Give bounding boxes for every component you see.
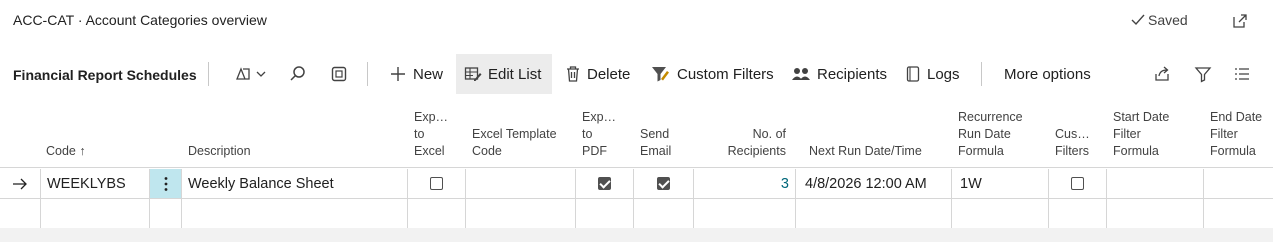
cell-excel-template[interactable] [466, 169, 576, 199]
cell-end-date[interactable] [1204, 169, 1273, 199]
row-marker [0, 199, 40, 229]
empty-cell[interactable] [40, 199, 150, 229]
column-header-end-date[interactable]: End Date Filter Formula [1210, 96, 1273, 168]
column-header-export-pdf[interactable]: Exp… to PDF [582, 96, 626, 168]
checkmark-icon [1131, 14, 1145, 26]
filter-icon[interactable] [1192, 64, 1214, 84]
custom-filters-button[interactable]: Custom Filters [643, 54, 782, 94]
more-options-label: More options [1004, 65, 1091, 83]
cell-start-date[interactable] [1107, 169, 1204, 199]
empty-new-row[interactable] [0, 199, 1273, 229]
log-icon [906, 66, 920, 82]
divider [367, 62, 368, 86]
delete-label: Delete [587, 65, 631, 83]
delete-button[interactable]: Delete [557, 54, 638, 94]
no-recipients-link[interactable]: 3 [781, 176, 789, 192]
empty-cell[interactable] [466, 199, 576, 229]
cell-description[interactable]: Weekly Balance Sheet [182, 169, 408, 199]
saved-label: Saved [1148, 12, 1188, 28]
cell-recurrence[interactable]: 1W [952, 169, 1049, 199]
cell-code[interactable]: WEEKLYBS [40, 169, 150, 199]
people-icon [792, 68, 810, 80]
empty-cell[interactable] [952, 199, 1049, 229]
column-header-next-run[interactable]: Next Run Date/Time [809, 96, 949, 168]
list-view-icon[interactable] [1231, 64, 1253, 84]
column-header-recurrence[interactable]: Recurrence Run Date Formula [958, 96, 1048, 168]
cell-export-pdf[interactable] [576, 169, 634, 199]
grid-footer [0, 228, 1273, 242]
send-email-checkbox[interactable] [657, 177, 670, 190]
trash-icon [567, 66, 579, 82]
empty-cell[interactable] [182, 199, 408, 229]
recipients-label: Recipients [817, 65, 888, 83]
plus-icon [391, 67, 405, 81]
column-header-no-recipients[interactable]: No. of Recipients [694, 96, 786, 168]
empty-cell[interactable] [796, 199, 952, 229]
filter-edit-icon [652, 67, 669, 82]
action-bar: Financial Report Schedules New Edit List… [0, 54, 1273, 94]
insights-icon[interactable] [232, 64, 270, 84]
search-icon[interactable] [287, 64, 309, 84]
column-header-description[interactable]: Description [188, 96, 398, 168]
grid-header: Code ↑ Description Exp… to Excel Excel T… [0, 96, 1273, 168]
cell-export-excel[interactable] [408, 169, 466, 199]
open-in-new-window-icon[interactable] [1231, 12, 1249, 30]
edit-list-label: Edit List [488, 65, 542, 83]
recipients-button[interactable]: Recipients [783, 54, 895, 94]
column-header-excel-template[interactable]: Excel Template Code [472, 96, 580, 168]
empty-cell [150, 199, 182, 229]
divider [208, 62, 209, 86]
column-header-export-excel[interactable]: Exp… to Excel [414, 96, 462, 168]
column-header-send-email[interactable]: Send Email [640, 96, 690, 168]
cell-next-run[interactable]: 4/8/2026 12:00 AM [796, 169, 952, 199]
column-header-code[interactable]: Code ↑ [46, 96, 146, 168]
export-pdf-checkbox[interactable] [598, 177, 611, 190]
saved-status: Saved [1131, 12, 1188, 28]
page-header: ACC-CAT · Account Categories overview Sa… [0, 0, 1273, 42]
empty-cell[interactable] [576, 199, 634, 229]
personalize-icon[interactable] [328, 64, 350, 84]
logs-button[interactable]: Logs [897, 54, 968, 94]
custom-filters-label: Custom Filters [677, 65, 774, 83]
new-button[interactable]: New [381, 54, 451, 94]
empty-cell[interactable] [1049, 199, 1107, 229]
share-icon[interactable] [1152, 64, 1174, 84]
edit-list-icon [464, 67, 482, 81]
empty-cell[interactable] [634, 199, 694, 229]
custom-filters-checkbox[interactable] [1071, 177, 1084, 190]
edit-list-button[interactable]: Edit List [456, 54, 552, 94]
column-header-custom-filters[interactable]: Cus… Filters [1055, 96, 1099, 168]
divider [981, 62, 982, 86]
list-name: Financial Report Schedules [13, 67, 197, 83]
table-row[interactable]: WEEKLYBS Weekly Balance Sheet 3 4/8/2026… [0, 169, 1273, 199]
page-title: ACC-CAT · Account Categories overview [13, 12, 267, 28]
cell-no-recipients[interactable]: 3 [694, 169, 796, 199]
cell-send-email[interactable] [634, 169, 694, 199]
empty-cell[interactable] [408, 199, 466, 229]
empty-cell[interactable] [1107, 199, 1204, 229]
logs-label: Logs [927, 65, 960, 83]
column-header-start-date[interactable]: Start Date Filter Formula [1113, 96, 1193, 168]
more-options-button[interactable]: More options [996, 54, 1099, 94]
empty-cell[interactable] [1204, 199, 1273, 229]
current-row-arrow-icon [0, 169, 40, 199]
row-actions-menu-icon[interactable] [150, 169, 182, 199]
empty-cell[interactable] [694, 199, 796, 229]
new-label: New [413, 65, 444, 83]
export-excel-checkbox[interactable] [430, 177, 443, 190]
cell-custom-filters[interactable] [1049, 169, 1107, 199]
